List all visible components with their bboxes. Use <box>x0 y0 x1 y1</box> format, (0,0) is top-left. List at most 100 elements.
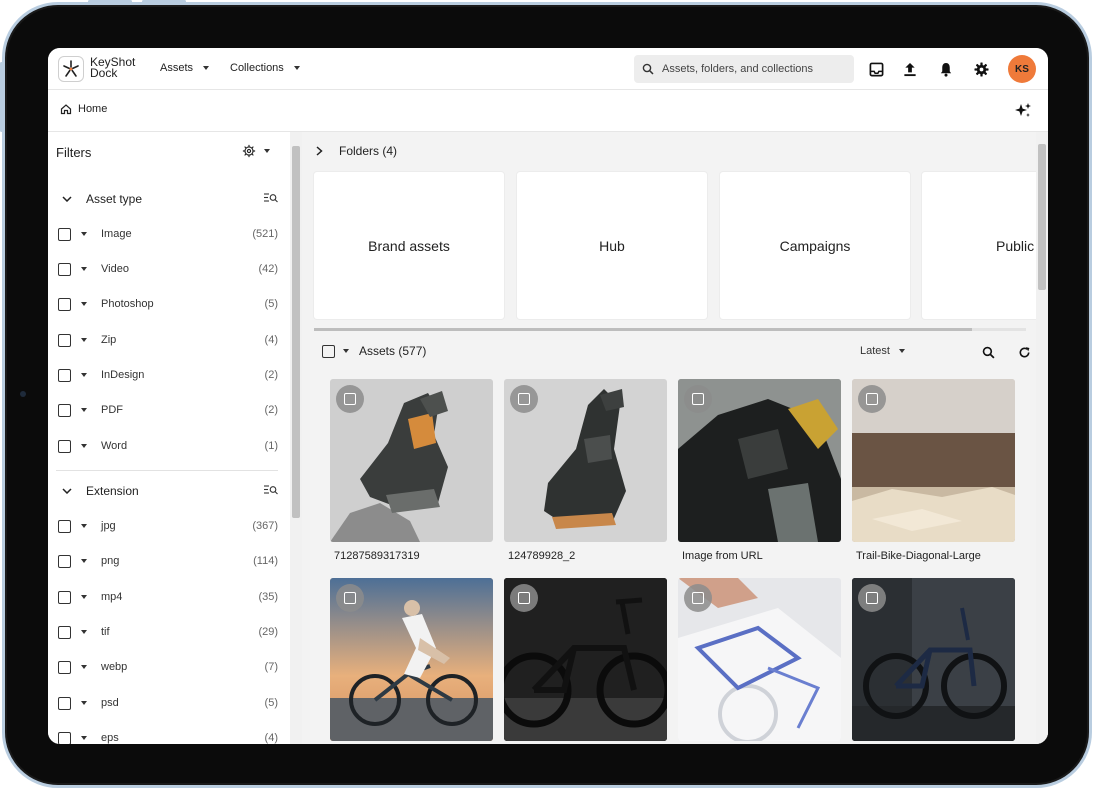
asset-thumbnail[interactable] <box>852 379 1015 542</box>
upload-icon[interactable] <box>900 59 920 79</box>
chevron-down-icon[interactable] <box>81 630 87 634</box>
chevron-down-icon[interactable] <box>81 444 87 448</box>
refresh-icon[interactable] <box>1014 342 1034 362</box>
search-icon[interactable] <box>978 342 998 362</box>
tile-select-checkbox[interactable] <box>336 385 364 413</box>
tile-select-checkbox[interactable] <box>684 385 712 413</box>
keyshot-logo-icon[interactable] <box>58 56 84 82</box>
asset-type-filter-video[interactable]: Video (42) <box>58 259 278 279</box>
chevron-down-icon[interactable] <box>81 524 87 528</box>
filter-count: (35) <box>258 591 278 603</box>
folders-scrollbar-thumb[interactable] <box>314 328 972 331</box>
chevron-down-icon[interactable] <box>81 595 87 599</box>
inbox-icon[interactable] <box>866 59 886 79</box>
gear-outline-icon <box>242 144 256 158</box>
asset-type-filter-image[interactable]: Image (521) <box>58 224 278 244</box>
folder-card[interactable]: Campaigns <box>720 172 910 319</box>
checkbox[interactable] <box>58 297 71 311</box>
checkbox[interactable] <box>58 403 71 417</box>
checkbox[interactable] <box>58 590 71 604</box>
asset-thumbnail[interactable] <box>504 379 667 542</box>
chevron-down-icon[interactable] <box>81 338 87 342</box>
tile-select-checkbox[interactable] <box>510 385 538 413</box>
tile-select-checkbox[interactable] <box>858 385 886 413</box>
chevron-down-icon[interactable] <box>81 408 87 412</box>
filter-label: psd <box>101 697 119 709</box>
filter-label: png <box>101 555 120 567</box>
extension-filter-mp4[interactable]: mp4 (35) <box>58 587 278 607</box>
extension-filter-jpg[interactable]: jpg (367) <box>58 516 278 536</box>
brand-line-2: Dock <box>90 66 118 80</box>
asset-type-section-header[interactable]: Asset type <box>56 189 278 209</box>
folder-card[interactable]: Hub <box>517 172 707 319</box>
filter-search-icon[interactable] <box>264 484 278 498</box>
asset-type-filter-pdf[interactable]: PDF (2) <box>58 400 278 420</box>
chevron-down-icon[interactable] <box>81 373 87 377</box>
asset-type-filter-word[interactable]: Word (1) <box>58 436 278 456</box>
breadcrumb-home[interactable]: Home <box>60 103 107 115</box>
search-box[interactable] <box>634 55 854 83</box>
filter-label: jpg <box>101 520 116 532</box>
filter-count: (2) <box>264 369 278 381</box>
chevron-down-icon[interactable] <box>81 559 87 563</box>
extension-filter-webp[interactable]: webp (7) <box>58 657 278 677</box>
brand-name: KeyShot Dock <box>90 56 135 80</box>
assets-menu[interactable]: Assets <box>160 62 210 74</box>
asset-name: Trail-Bike-Diagonal-Large <box>856 550 981 562</box>
checkbox[interactable] <box>58 660 71 674</box>
ai-sparkle-icon[interactable] <box>1014 102 1032 125</box>
folder-card[interactable]: Brand assets <box>314 172 504 319</box>
checkbox[interactable] <box>58 368 71 382</box>
folders-section-header[interactable]: Folders (4) <box>316 144 397 158</box>
tile-select-checkbox[interactable] <box>510 584 538 612</box>
extension-filter-eps[interactable]: eps (4) <box>58 728 278 744</box>
tile-select-checkbox[interactable] <box>858 584 886 612</box>
extension-filter-psd[interactable]: psd (5) <box>58 693 278 713</box>
checkbox[interactable] <box>58 554 71 568</box>
sidebar-scrollbar-thumb[interactable] <box>292 146 300 518</box>
extension-filter-png[interactable]: png (114) <box>58 551 278 571</box>
user-avatar[interactable]: KS <box>1008 55 1036 83</box>
filter-settings-button[interactable] <box>242 144 270 158</box>
chevron-down-icon[interactable] <box>81 232 87 236</box>
asset-thumbnail[interactable] <box>678 379 841 542</box>
chevron-down-icon[interactable] <box>81 302 87 306</box>
gear-icon[interactable] <box>971 59 991 79</box>
tile-select-checkbox[interactable] <box>336 584 364 612</box>
folder-card[interactable]: Public <box>922 172 1040 319</box>
asset-thumbnail[interactable] <box>330 578 493 741</box>
chevron-down-icon[interactable] <box>343 349 349 353</box>
checkbox[interactable] <box>58 227 71 241</box>
search-input[interactable] <box>662 63 842 75</box>
asset-thumbnail[interactable] <box>678 578 841 741</box>
checkbox[interactable] <box>58 333 71 347</box>
asset-thumbnail[interactable] <box>852 578 1015 741</box>
asset-type-filter-photoshop[interactable]: Photoshop (5) <box>58 294 278 314</box>
chevron-down-icon[interactable] <box>81 736 87 740</box>
chevron-down-icon <box>56 488 78 494</box>
chevron-down-icon[interactable] <box>81 701 87 705</box>
chevron-down-icon[interactable] <box>81 267 87 271</box>
bell-icon[interactable] <box>936 59 956 79</box>
checkbox[interactable] <box>58 731 71 744</box>
checkbox[interactable] <box>58 519 71 533</box>
chevron-down-icon[interactable] <box>81 665 87 669</box>
filter-count: (4) <box>264 334 278 346</box>
checkbox[interactable] <box>58 625 71 639</box>
asset-type-filter-zip[interactable]: Zip (4) <box>58 330 278 350</box>
asset-thumbnail[interactable] <box>504 578 667 741</box>
select-all-checkbox[interactable] <box>322 344 335 358</box>
filter-search-icon[interactable] <box>264 192 278 206</box>
checkbox[interactable] <box>58 696 71 710</box>
main-scrollbar-thumb[interactable] <box>1038 144 1046 290</box>
checkbox[interactable] <box>58 262 71 276</box>
sort-dropdown[interactable]: Latest <box>860 345 905 357</box>
extension-section-header[interactable]: Extension <box>56 481 278 501</box>
checkbox[interactable] <box>58 439 71 453</box>
tile-select-checkbox[interactable] <box>684 584 712 612</box>
collections-menu[interactable]: Collections <box>230 62 300 74</box>
extension-filter-tif[interactable]: tif (29) <box>58 622 278 642</box>
asset-type-filter-indesign[interactable]: InDesign (2) <box>58 365 278 385</box>
breadcrumb-home-label: Home <box>78 103 108 115</box>
asset-thumbnail[interactable] <box>330 379 493 542</box>
